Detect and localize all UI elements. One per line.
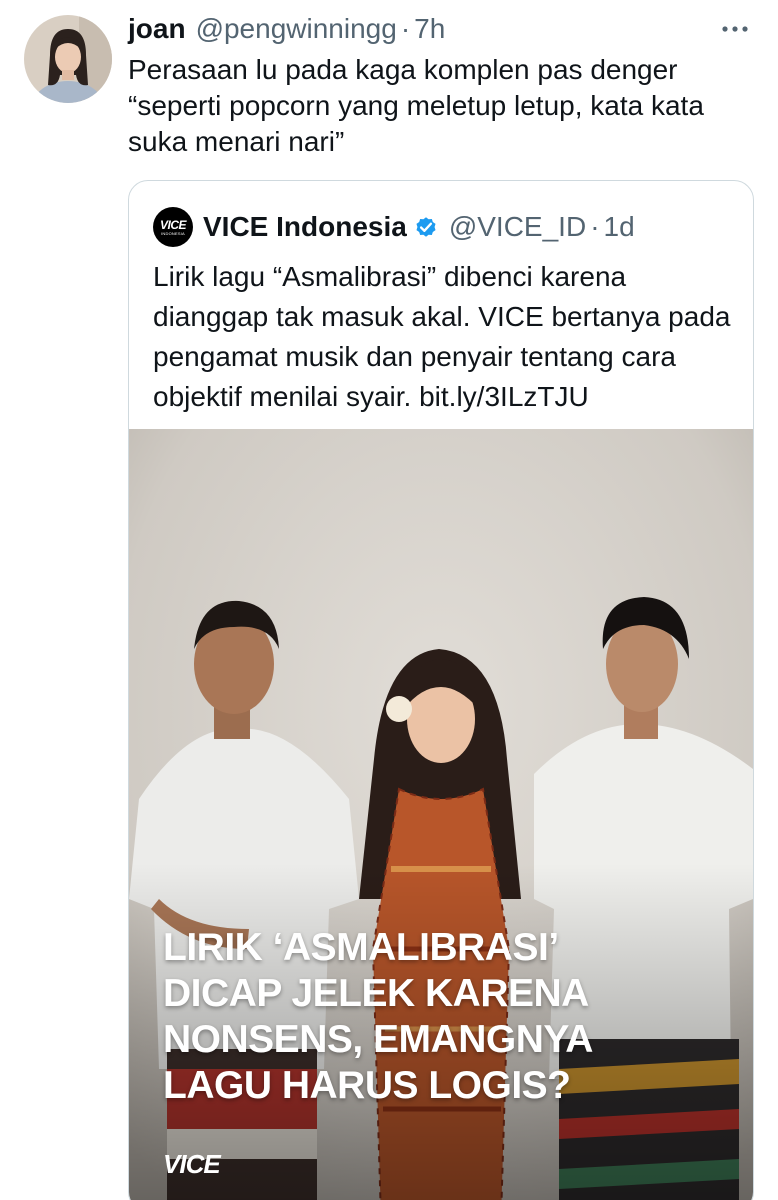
headline-line: LAGU HARUS LOGIS?	[163, 1064, 571, 1107]
tweet: joan @pengwinningg · 7h Perasaan lu pada…	[0, 0, 778, 1200]
tweet-text: Perasaan lu pada kaga komplen pas denger…	[128, 54, 704, 157]
avatar[interactable]	[24, 15, 112, 103]
vice-logo-subtext: INDONESIA	[161, 230, 185, 236]
separator-dot: ·	[400, 13, 411, 44]
quoted-user-handle[interactable]: @VICE_ID	[449, 211, 586, 243]
display-name[interactable]: joan	[128, 13, 186, 45]
quoted-tweet-header: VICE INDONESIA VICE Indonesia @VICE_ID ·…	[153, 207, 635, 247]
tweet-header: joan @pengwinningg · 7h	[128, 9, 445, 49]
user-handle[interactable]: @pengwinningg	[196, 13, 397, 45]
verified-badge-icon	[416, 217, 436, 237]
timestamp[interactable]: 7h	[414, 13, 445, 45]
avatar-photo	[24, 15, 112, 103]
vice-logo-text: VICE	[159, 217, 187, 232]
more-options-button[interactable]	[720, 18, 750, 40]
quoted-tweet-text: Lirik lagu “Asmalibrasi” dibenci karena …	[153, 261, 731, 412]
quoted-display-name[interactable]: VICE Indonesia	[203, 211, 407, 243]
headline-line: LIRIK ‘ASMALIBRASI’	[163, 926, 559, 969]
vice-watermark: VICE	[163, 1149, 221, 1179]
quoted-tweet[interactable]: VICE INDONESIA VICE Indonesia @VICE_ID ·…	[128, 180, 754, 1200]
quoted-timestamp[interactable]: 1d	[604, 211, 635, 243]
quoted-tweet-image[interactable]: LIRIK ‘ASMALIBRASI’ DICAP JELEK KARENA N…	[129, 429, 753, 1200]
headline-line: DICAP JELEK KARENA	[163, 972, 589, 1015]
quoted-separator-dot: ·	[590, 211, 600, 242]
more-horizontal-icon	[722, 26, 748, 32]
vice-indonesia-avatar[interactable]: VICE INDONESIA	[153, 207, 193, 247]
headline-line: NONSENS, EMANGNYA	[163, 1018, 593, 1061]
image-headline: LIRIK ‘ASMALIBRASI’ DICAP JELEK KARENA N…	[163, 925, 723, 1109]
